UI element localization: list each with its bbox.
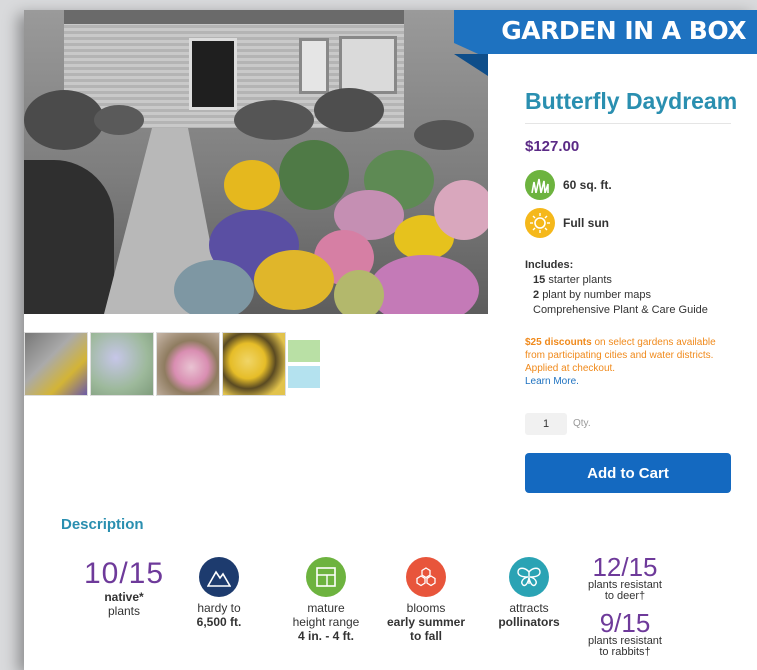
learn-more-link[interactable]: Learn More.: [525, 375, 735, 388]
add-to-cart-button[interactable]: Add to Cart: [525, 453, 731, 493]
sun-text: Full sun: [563, 216, 609, 230]
height-stat: mature height range 4 in. - 4 ft.: [276, 557, 376, 643]
rabbit-count: 9/15: [599, 608, 651, 638]
mountain-icon: [199, 557, 239, 597]
pollinator-stat: attracts pollinators: [484, 557, 574, 629]
grass-icon: [525, 170, 555, 200]
includes-list: Includes: 15 starter plants 2 plant by n…: [525, 258, 708, 318]
thumbnail-coneflower[interactable]: [156, 332, 220, 396]
list-item: Comprehensive Plant & Care Guide: [533, 304, 708, 316]
area-text: 60 sq. ft.: [563, 178, 612, 192]
deer-stat: 12/15 plants resistant to deer†: [582, 554, 668, 602]
product-hero-image[interactable]: [24, 10, 488, 314]
hardy-stat: hardy to 6,500 ft.: [179, 557, 259, 629]
garden-bed: [174, 140, 488, 314]
description-heading: Description: [61, 516, 144, 533]
product-page: GARDEN IN A BOX Butterfly Daydream $127.…: [24, 10, 757, 670]
thumbnail-garden[interactable]: [24, 332, 88, 396]
image-thumbnails: [24, 332, 328, 396]
product-price: $127.00: [525, 138, 580, 155]
deer-count: 12/15: [592, 552, 658, 582]
honeycomb-icon: [406, 557, 446, 597]
thumbnail-plant-map[interactable]: [288, 332, 328, 396]
height-icon: [306, 557, 346, 597]
sun-feature: Full sun: [525, 208, 609, 238]
includes-heading: Includes:: [525, 259, 574, 271]
list-item: 15 starter plants: [533, 274, 612, 286]
thumbnail-black-eyed-susan[interactable]: [222, 332, 286, 396]
product-title: Butterfly Daydream: [525, 88, 738, 114]
discount-highlight: $25 discounts: [525, 337, 592, 348]
native-count: 10/15: [83, 557, 165, 590]
brand-name: GARDEN IN A BOX: [501, 16, 746, 45]
list-item: 2 plant by number maps: [533, 289, 652, 301]
area-feature: 60 sq. ft.: [525, 170, 612, 200]
quantity-label: Qty.: [573, 418, 591, 429]
rabbit-stat: 9/15 plants resistant to rabbits†: [582, 610, 668, 658]
butterfly-icon: [509, 557, 549, 597]
thumbnail-flower-purple[interactable]: [90, 332, 154, 396]
discount-note: $25 discounts on select gardens availabl…: [525, 336, 735, 388]
native-stat: 10/15 native* plants: [79, 557, 169, 619]
bloom-stat: blooms early summer to fall: [376, 557, 476, 643]
quantity-input[interactable]: [525, 413, 567, 435]
title-divider: [525, 123, 731, 124]
sun-icon: [525, 208, 555, 238]
